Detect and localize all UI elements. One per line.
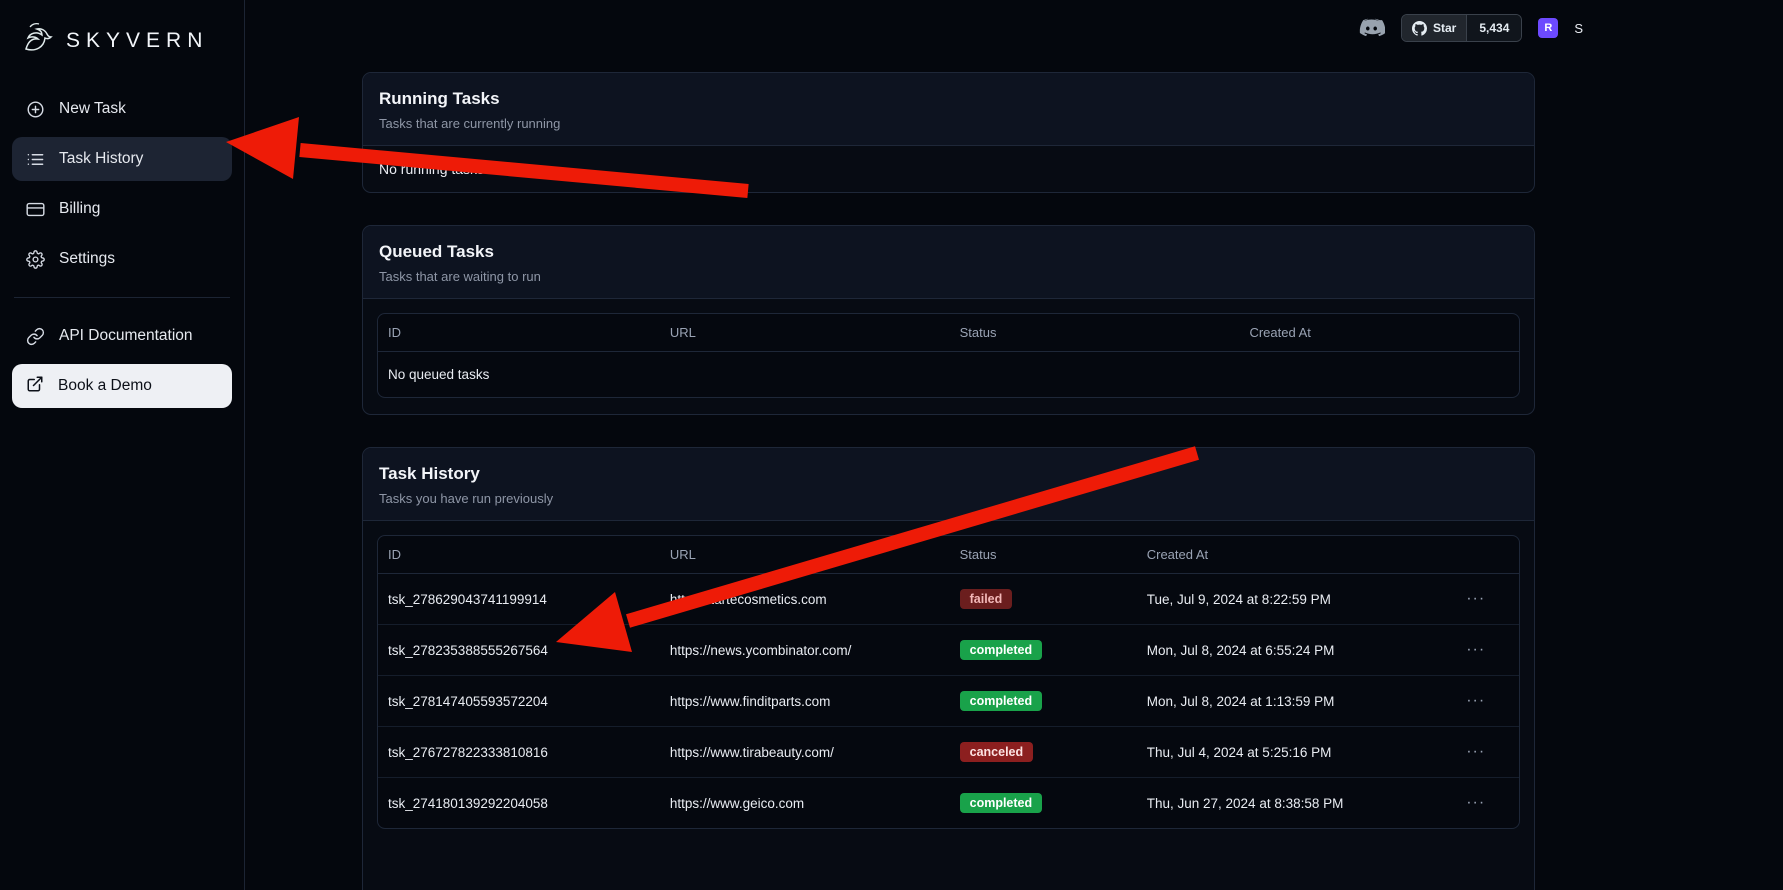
task-created-at: Mon, Jul 8, 2024 at 6:55:24 PM — [1137, 625, 1456, 676]
column-header-actions — [1456, 536, 1519, 574]
sidebar-item-new-task[interactable]: New Task — [12, 87, 232, 131]
sidebar-item-label: Task History — [59, 150, 143, 168]
task-url: https://www.finditparts.com — [660, 676, 950, 727]
column-header-id: ID — [378, 314, 660, 352]
column-header-id: ID — [378, 536, 660, 574]
card-title: Task History — [379, 464, 1518, 484]
card-subtitle: Tasks you have run previously — [379, 491, 1518, 506]
main-content: Running Tasks Tasks that are currently r… — [362, 0, 1535, 890]
running-tasks-empty-state: No running tasks — [363, 146, 1534, 192]
row-actions-button[interactable]: ··· — [1466, 692, 1485, 710]
queued-tasks-header: Queued Tasks Tasks that are waiting to r… — [363, 226, 1534, 299]
sidebar-item-label: API Documentation — [59, 327, 193, 345]
sidebar-item-label: New Task — [59, 100, 126, 118]
column-header-url: URL — [660, 536, 950, 574]
queued-tasks-table: ID URL Status Created At No queued tasks — [377, 313, 1520, 398]
task-created-at: Thu, Jul 4, 2024 at 5:25:16 PM — [1137, 727, 1456, 778]
table-row[interactable]: tsk_278629043741199914 https://tartecosm… — [378, 574, 1519, 625]
task-history-card: Task History Tasks you have run previous… — [362, 447, 1535, 890]
queued-tasks-card: Queued Tasks Tasks that are waiting to r… — [362, 225, 1535, 415]
github-icon — [1412, 21, 1427, 36]
task-history-table: ID URL Status Created At tsk_27862904374… — [377, 535, 1520, 829]
book-a-demo-label: Book a Demo — [58, 377, 152, 395]
table-header-row: ID URL Status Created At — [378, 314, 1519, 352]
card-title: Running Tasks — [379, 89, 1518, 109]
book-a-demo-button[interactable]: Book a Demo — [12, 364, 232, 408]
status-badge: failed — [960, 589, 1013, 609]
row-actions-button[interactable]: ··· — [1466, 743, 1485, 761]
topbar: Star 5,434 R S — [1358, 14, 1583, 42]
status-badge: completed — [960, 640, 1043, 660]
status-badge: completed — [960, 691, 1043, 711]
sidebar-item-api-documentation[interactable]: API Documentation — [12, 314, 232, 358]
github-star-count: 5,434 — [1466, 15, 1521, 41]
task-url: https://tartecosmetics.com — [660, 574, 950, 625]
table-row[interactable]: tsk_278235388555267564 https://news.ycom… — [378, 625, 1519, 676]
task-created-at: Tue, Jul 9, 2024 at 8:22:59 PM — [1137, 574, 1456, 625]
status-badge: completed — [960, 793, 1043, 813]
running-tasks-card: Running Tasks Tasks that are currently r… — [362, 72, 1535, 193]
task-id: tsk_278235388555267564 — [378, 625, 660, 676]
task-url: https://news.ycombinator.com/ — [660, 625, 950, 676]
column-header-url: URL — [660, 314, 950, 352]
status-badge: canceled — [960, 742, 1034, 762]
plus-circle-icon — [26, 100, 45, 119]
github-star-label: Star — [1433, 21, 1456, 35]
table-row[interactable]: tsk_276727822333810816 https://www.tirab… — [378, 727, 1519, 778]
card-subtitle: Tasks that are waiting to run — [379, 269, 1518, 284]
brand-name: SKYVERN — [66, 29, 208, 53]
running-tasks-header: Running Tasks Tasks that are currently r… — [363, 73, 1534, 146]
external-link-icon — [26, 375, 44, 398]
user-name-partial: S — [1574, 21, 1583, 36]
card-subtitle: Tasks that are currently running — [379, 116, 1518, 131]
task-id: tsk_274180139292204058 — [378, 778, 660, 829]
table-row: No queued tasks — [378, 352, 1519, 398]
column-header-status: Status — [950, 314, 1240, 352]
skyvern-logo-icon — [18, 18, 58, 63]
link-icon — [26, 327, 45, 346]
brand: SKYVERN — [12, 16, 232, 87]
task-url: https://www.tirabeauty.com/ — [660, 727, 950, 778]
sidebar-item-label: Billing — [59, 200, 100, 218]
card-title: Queued Tasks — [379, 242, 1518, 262]
column-header-status: Status — [950, 536, 1137, 574]
row-actions-button[interactable]: ··· — [1466, 590, 1485, 608]
sidebar-item-billing[interactable]: Billing — [12, 187, 232, 231]
credit-card-icon — [26, 200, 45, 219]
task-id: tsk_276727822333810816 — [378, 727, 660, 778]
list-icon — [26, 150, 45, 169]
discord-icon[interactable] — [1358, 18, 1385, 39]
queued-tasks-empty-state: No queued tasks — [378, 352, 1519, 398]
avatar[interactable]: R — [1538, 18, 1558, 38]
table-row[interactable]: tsk_278147405593572204 https://www.findi… — [378, 676, 1519, 727]
table-row[interactable]: tsk_274180139292204058 https://www.geico… — [378, 778, 1519, 829]
task-created-at: Mon, Jul 8, 2024 at 1:13:59 PM — [1137, 676, 1456, 727]
row-actions-button[interactable]: ··· — [1466, 794, 1485, 812]
task-id: tsk_278147405593572204 — [378, 676, 660, 727]
sidebar-item-task-history[interactable]: Task History — [12, 137, 232, 181]
sidebar-item-settings[interactable]: Settings — [12, 237, 232, 281]
column-header-created-at: Created At — [1239, 314, 1519, 352]
sidebar: SKYVERN New Task Task History Billing Se… — [0, 0, 245, 890]
task-created-at: Thu, Jun 27, 2024 at 8:38:58 PM — [1137, 778, 1456, 829]
row-actions-button[interactable]: ··· — [1466, 641, 1485, 659]
sidebar-divider — [14, 297, 230, 298]
gear-icon — [26, 250, 45, 269]
table-header-row: ID URL Status Created At — [378, 536, 1519, 574]
github-star-widget[interactable]: Star 5,434 — [1401, 14, 1522, 42]
column-header-created-at: Created At — [1137, 536, 1456, 574]
sidebar-item-label: Settings — [59, 250, 115, 268]
avatar-initial: R — [1544, 22, 1552, 34]
task-history-header: Task History Tasks you have run previous… — [363, 448, 1534, 521]
task-url: https://www.geico.com — [660, 778, 950, 829]
task-id: tsk_278629043741199914 — [378, 574, 660, 625]
